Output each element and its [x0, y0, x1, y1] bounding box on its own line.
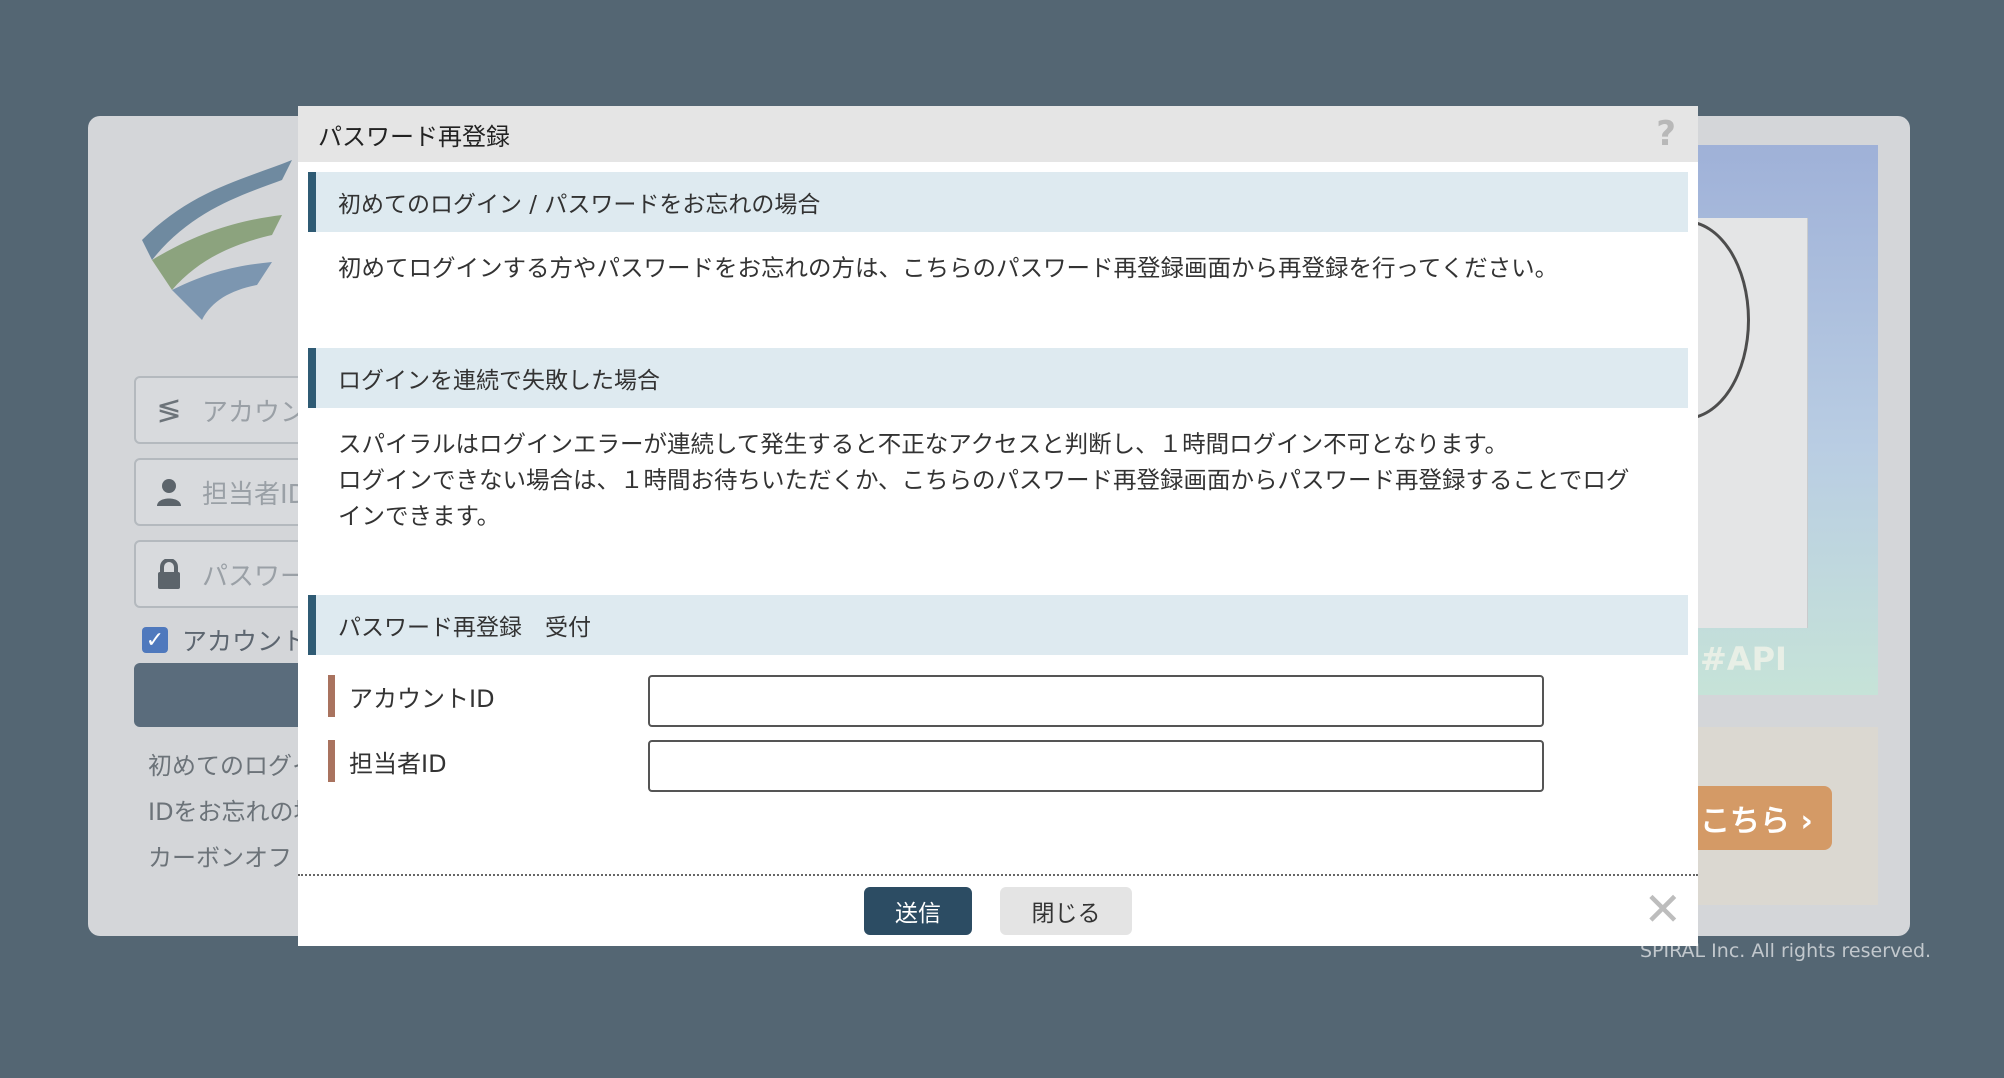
section-text-login-failure: スパイラルはログインエラーが連続して発生すると不正なアクセスと判断し、１時間ログ…	[338, 426, 1678, 534]
user-icon	[154, 477, 184, 507]
lock-icon	[154, 559, 184, 589]
section-text-line: インできます。	[338, 502, 501, 530]
bg-staff-placeholder: 担当者ID	[202, 479, 308, 510]
section-text-line: ログインできない場合は、１時間お待ちいただくか、こちらのパスワード再登録画面から…	[338, 466, 1630, 494]
bg-banner-button[interactable]: こちら ›	[1696, 786, 1832, 850]
help-icon[interactable]: ?	[1656, 114, 1676, 154]
bg-account-placeholder: アカウン	[202, 397, 307, 428]
bg-link-forgot-id[interactable]: IDをお忘れの場	[148, 792, 318, 827]
bg-link-first-login[interactable]: 初めてのログイ	[148, 746, 316, 781]
password-reset-modal: パスワード再登録 ? 初めてのログイン / パスワードをお忘れの場合 初めてログ…	[298, 106, 1698, 946]
bg-login-button[interactable]	[134, 663, 314, 727]
form-row-staff-id: 担当者ID	[328, 740, 1578, 792]
bg-password-placeholder: パスワー	[202, 561, 307, 592]
form-row-account-id: アカウントID	[328, 675, 1578, 727]
staff-id-input[interactable]	[648, 740, 1544, 792]
section-heading-reset-form: パスワード再登録 受付	[308, 595, 1688, 655]
section-heading-login-failure: ログインを連続で失敗した場合	[308, 348, 1688, 408]
bg-api-text: #API	[1700, 640, 1787, 678]
close-button[interactable]: 閉じる	[1000, 887, 1132, 935]
close-icon[interactable]: ✕	[1643, 882, 1682, 936]
bg-remember-checkbox[interactable]: ✓ アカウント	[142, 622, 307, 658]
modal-title: パスワード再登録	[318, 122, 510, 151]
modal-footer: 送信 閉じる ✕	[298, 874, 1698, 946]
spiral-logo	[142, 160, 292, 320]
account-id-label: アカウントID	[328, 675, 495, 717]
account-id-input[interactable]	[648, 675, 1544, 727]
bg-remember-label: アカウント	[182, 627, 308, 656]
spiral-small-icon: ≶	[156, 392, 182, 428]
checkbox-checked-icon: ✓	[142, 627, 168, 653]
bg-link-carbon-offset[interactable]: カーボンオフ	[148, 838, 292, 873]
send-button[interactable]: 送信	[864, 887, 972, 935]
modal-header: パスワード再登録 ?	[298, 106, 1698, 162]
section-text-line: スパイラルはログインエラーが連続して発生すると不正なアクセスと判断し、１時間ログ…	[338, 430, 1509, 458]
staff-id-label: 担当者ID	[328, 740, 447, 782]
section-text-first-login: 初めてログインする方やパスワードをお忘れの方は、こちらのパスワード再登録画面から…	[338, 254, 1559, 282]
section-heading-first-login: 初めてのログイン / パスワードをお忘れの場合	[308, 172, 1688, 232]
